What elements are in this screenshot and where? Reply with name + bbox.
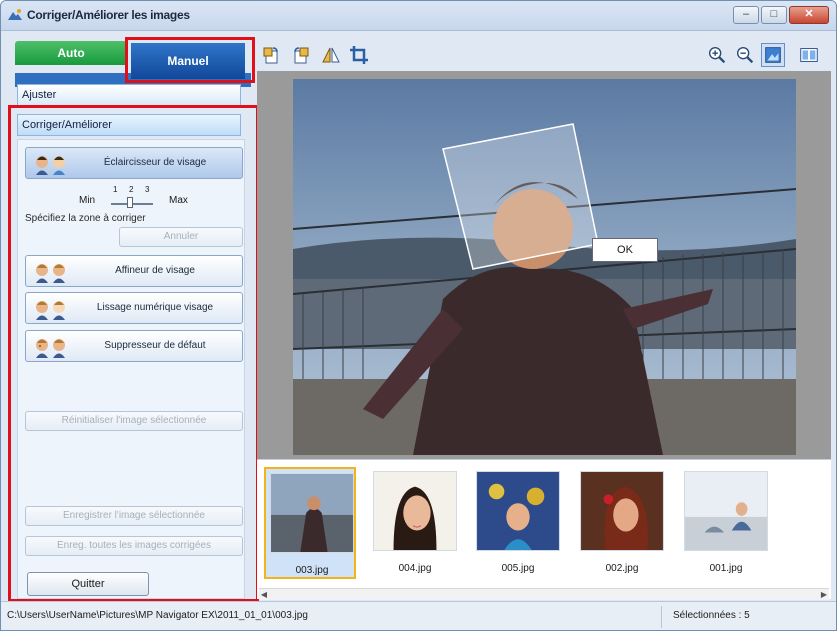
face-brightener-label: Éclaircisseur de visage — [103, 157, 207, 168]
rotate-left-icon[interactable] — [261, 45, 281, 65]
window-title: Corriger/Améliorer les images — [27, 8, 190, 22]
preview-photo[interactable] — [293, 79, 796, 455]
face-brightener-button[interactable]: Éclaircisseur de visage — [25, 147, 243, 179]
thumbnail-label: 005.jpg — [501, 563, 535, 574]
slider-tick-3: 3 — [145, 185, 150, 194]
face-smoothing-button[interactable]: Lissage numérique visage — [25, 292, 243, 324]
view-single-icon[interactable] — [761, 43, 785, 67]
save-image-button[interactable]: Enregistrer l'image sélectionnée — [25, 506, 243, 526]
close-button[interactable]: ✕ — [789, 6, 829, 24]
thumbnail-001[interactable]: 001.jpg — [680, 467, 772, 579]
blemish-remover-icon — [36, 339, 65, 358]
brightness-slider[interactable]: Min 1 2 3 Max — [63, 181, 203, 209]
slider-tick-2: 2 — [129, 185, 134, 194]
thumbnail-002[interactable]: 002.jpg — [576, 467, 668, 579]
ok-button[interactable]: OK — [592, 238, 658, 262]
section-correct[interactable]: Corriger/Améliorer — [17, 114, 241, 136]
zone-instruction: Spécifiez la zone à corriger — [25, 213, 146, 224]
thumbnail-004[interactable]: 004.jpg — [369, 467, 461, 579]
view-compare-icon[interactable] — [797, 43, 821, 67]
app-icon — [8, 9, 22, 20]
face-sharpener-label: Affineur de visage — [115, 265, 195, 276]
face-smoothing-icon — [36, 301, 65, 320]
title-bar: Corriger/Améliorer les images – □ ✕ — [1, 1, 836, 31]
thumbnail-005[interactable]: 005.jpg — [472, 467, 564, 579]
face-sharpener-icon — [36, 264, 65, 283]
scroll-left-icon[interactable]: ◀ — [259, 589, 269, 601]
slider-thumb[interactable] — [127, 197, 133, 208]
thumbnail-image — [476, 471, 560, 551]
thumbnail-image — [270, 473, 354, 553]
thumbnail-label: 002.jpg — [605, 563, 639, 574]
slider-max-label: Max — [169, 195, 188, 206]
thumbnail-image — [373, 471, 457, 551]
thumbnail-label: 001.jpg — [709, 563, 743, 574]
thumbnail-scrollbar[interactable]: ◀ ▶ — [259, 588, 829, 600]
status-file-path: C:\Users\UserName\Pictures\MP Navigator … — [7, 610, 308, 621]
thumbnail-003[interactable]: 003.jpg — [264, 467, 356, 579]
reset-image-button[interactable]: Réinitialiser l'image sélectionnée — [25, 411, 243, 431]
rotate-right-icon[interactable] — [291, 45, 311, 65]
app-window: Corriger/Améliorer les images – □ ✕ Auto… — [0, 0, 837, 631]
crop-icon[interactable] — [349, 45, 369, 65]
zoom-in-icon[interactable] — [705, 43, 729, 67]
face-sharpener-button[interactable]: Affineur de visage — [25, 255, 243, 287]
thumbnail-image — [580, 471, 664, 551]
status-separator — [661, 606, 662, 628]
thumbnail-image — [684, 471, 768, 551]
status-bar: C:\Users\UserName\Pictures\MP Navigator … — [1, 601, 836, 630]
blemish-remover-label: Suppresseur de défaut — [104, 340, 206, 351]
blemish-remover-button[interactable]: Suppresseur de défaut — [25, 330, 243, 362]
cancel-button[interactable]: Annuler — [119, 227, 243, 247]
quit-button[interactable]: Quitter — [27, 572, 149, 596]
tab-auto[interactable]: Auto — [15, 41, 127, 65]
scroll-right-icon[interactable]: ▶ — [819, 589, 829, 601]
save-all-button[interactable]: Enreg. toutes les images corrigées — [25, 536, 243, 556]
status-selected-count: Sélectionnées : 5 — [673, 610, 750, 621]
maximize-button[interactable]: □ — [761, 6, 787, 24]
minimize-button[interactable]: – — [733, 6, 759, 24]
slider-tick-1: 1 — [113, 185, 118, 194]
face-smoothing-label: Lissage numérique visage — [96, 302, 214, 313]
section-adjust[interactable]: Ajuster — [17, 84, 241, 106]
face-brightener-icon — [36, 156, 65, 175]
flip-icon[interactable] — [321, 45, 341, 65]
slider-min-label: Min — [79, 195, 96, 206]
thumbnail-label: 003.jpg — [295, 565, 329, 576]
thumbnail-label: 004.jpg — [398, 563, 432, 574]
tab-manual[interactable]: Manuel — [131, 43, 245, 79]
zoom-out-icon[interactable] — [733, 43, 757, 67]
